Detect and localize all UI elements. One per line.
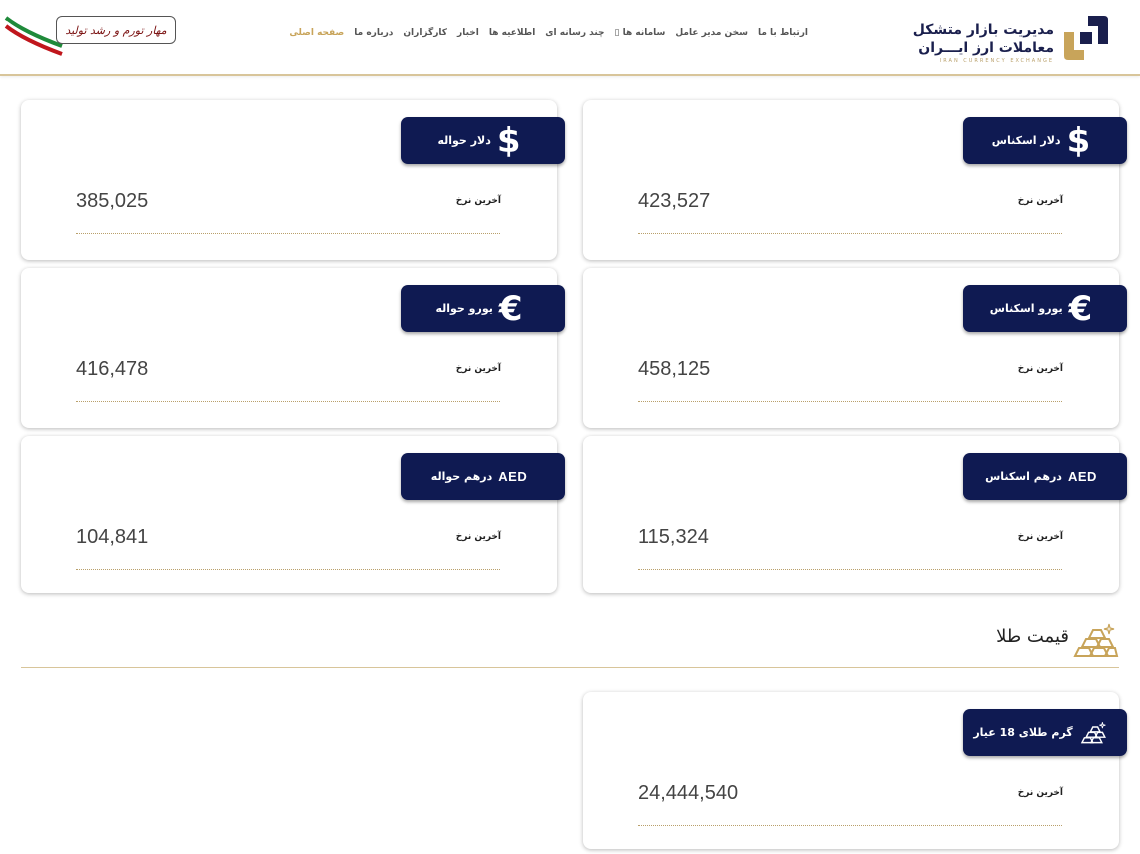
rate-label: آخرین نرخ <box>1017 364 1063 374</box>
rate-value: 458,125 <box>638 358 711 380</box>
gold-bars-icon <box>1080 721 1106 743</box>
logo-mark-icon <box>1064 16 1108 60</box>
dollar-icon: $ <box>1066 120 1091 161</box>
currency-name: درهم اسکناس <box>985 470 1062 483</box>
gold-section-header: قیمت طلا <box>21 620 1119 668</box>
rate-card-usd-cash: $ دلار اسکناس آخرین نرخ 423,527 <box>583 100 1127 260</box>
rate-card-aed-transfer: AED درهم حواله آخرین نرخ 104,841 <box>21 436 565 593</box>
rate-label: آخرین نرخ <box>1017 532 1063 542</box>
slogan-banner: مهار تورم و رشد تولید <box>4 12 176 56</box>
gold-bars-icon <box>1073 623 1119 657</box>
logo-title-line1: مدیریت بازار متشکل <box>912 22 1054 38</box>
divider <box>638 569 1062 570</box>
site-header: مدیریت بازار متشکل معاملات ارز ایـــران … <box>0 0 1140 76</box>
divider <box>76 569 500 570</box>
divider <box>638 825 1062 826</box>
rate-label: آخرین نرخ <box>455 196 501 206</box>
currency-name: یورو اسکناس <box>989 302 1063 315</box>
rate-card-eur-transfer: € یورو حواله آخرین نرخ 416,478 <box>21 268 565 428</box>
rate-label: آخرین نرخ <box>455 532 501 542</box>
logo-title-line2: معاملات ارز ایـــران <box>918 40 1054 56</box>
card-badge: $ دلار اسکناس <box>963 117 1127 164</box>
logo-subtitle: IRAN CURRENCY EXCHANGE <box>939 58 1054 64</box>
nav-item-ceo-message[interactable]: سخن مدیر عامل <box>675 28 748 38</box>
rate-value: 24,444,540 <box>638 782 739 804</box>
main-nav: صفحه اصلی درباره ما کارگزاران اخبار اطلا… <box>289 28 808 38</box>
slogan-text: مهار تورم و رشد تولید <box>65 23 167 37</box>
rate-value: 104,841 <box>76 526 149 548</box>
nav-item-contact[interactable]: ارتباط با ما <box>758 28 808 38</box>
currency-name: دلار اسکناس <box>991 134 1061 147</box>
divider <box>76 401 500 402</box>
card-badge: $ دلار حواله <box>401 117 565 164</box>
divider <box>638 401 1062 402</box>
card-badge: € یورو حواله <box>401 285 565 332</box>
nav-item-about[interactable]: درباره ما <box>354 28 393 38</box>
currency-name: درهم حواله <box>430 470 493 483</box>
divider <box>638 233 1062 234</box>
nav-item-home[interactable]: صفحه اصلی <box>289 28 344 38</box>
slogan-frame: مهار تورم و رشد تولید <box>56 16 176 44</box>
rate-card-gold-18k: گرم طلای 18 عیار آخرین نرخ 24,444,540 <box>583 692 1127 849</box>
card-badge: € یورو اسکناس <box>963 285 1127 332</box>
euro-icon: € <box>1068 288 1093 329</box>
nav-item-multimedia[interactable]: چند رسانه ای <box>545 28 604 38</box>
rate-card-eur-cash: € یورو اسکناس آخرین نرخ 458,125 <box>583 268 1127 428</box>
currency-name: یورو حواله <box>435 302 493 315</box>
divider <box>76 233 500 234</box>
rate-value: 115,324 <box>638 526 709 548</box>
gold-section-title: قیمت طلا <box>996 626 1069 647</box>
card-badge: AED درهم اسکناس <box>963 453 1127 500</box>
rate-card-aed-cash: AED درهم اسکناس آخرین نرخ 115,324 <box>583 436 1127 593</box>
rate-value: 416,478 <box>76 358 149 380</box>
aed-icon: AED <box>498 469 528 484</box>
rate-value: 385,025 <box>76 190 149 212</box>
iran-flag-ribbon-icon <box>4 16 63 56</box>
site-logo[interactable]: مدیریت بازار متشکل معاملات ارز ایـــران … <box>913 14 1110 66</box>
rate-card-usd-transfer: $ دلار حواله آخرین نرخ 385,025 <box>21 100 565 260</box>
rate-label: آخرین نرخ <box>1017 788 1063 798</box>
aed-icon: AED <box>1067 469 1097 484</box>
nav-item-brokers[interactable]: کارگزاران <box>403 28 447 38</box>
dollar-icon: $ <box>496 120 521 161</box>
euro-icon: € <box>498 288 523 329</box>
card-badge: گرم طلای 18 عیار <box>963 709 1127 756</box>
rate-value: 423,527 <box>638 190 711 212</box>
nav-item-announcements[interactable]: اطلاعیه ها <box>489 28 535 38</box>
rate-label: آخرین نرخ <box>455 364 501 374</box>
currency-name: دلار حواله <box>437 134 491 147</box>
rate-label: آخرین نرخ <box>1017 196 1063 206</box>
gold-item-name: گرم طلای 18 عیار <box>973 726 1073 739</box>
nav-item-systems[interactable]: سامانه ها ▯ <box>615 28 666 38</box>
card-badge: AED درهم حواله <box>401 453 565 500</box>
nav-item-news[interactable]: اخبار <box>457 28 479 38</box>
